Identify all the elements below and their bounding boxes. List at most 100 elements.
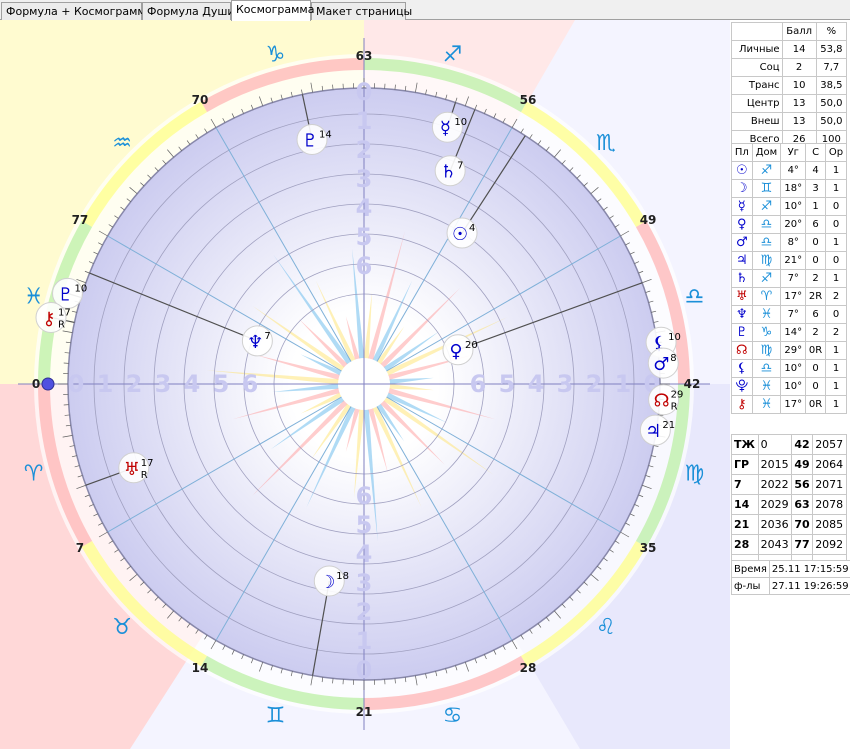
planet-row[interactable]: ♂ ♎ 8° 0 1 xyxy=(731,233,847,252)
score-table: Балл % Личные 14 53,8 Соц 2 7,7 Транс 10 38,5 Цен… xyxy=(731,22,848,149)
house-number-label: 5 xyxy=(499,370,516,398)
planet-degree-label: 29 xyxy=(671,390,684,401)
planet-icon: ☿ xyxy=(440,118,451,139)
age-tick-label: 28 xyxy=(520,661,537,675)
cosmogram-area: 0 7 14 21 28 35 42 49 56 63 70 77 ♈ ♉ ♊ ♋ ♌ ♍ ♎ ♏ ♐ ♑ ♒ ♓ 0 0 0 0 1 1… xyxy=(0,20,730,749)
zodiac-sign-icon: ♌ xyxy=(596,615,616,640)
age-tick-label: 42 xyxy=(684,377,701,391)
age-pointer-handle[interactable] xyxy=(41,377,55,391)
planet-cell: 1 xyxy=(825,269,847,288)
years-cell: 21 xyxy=(731,514,759,535)
planet-cell: 1 xyxy=(825,161,847,180)
planet-header: С xyxy=(805,143,827,162)
planet-row[interactable]: ⯓ ♓ 10° 0 1 xyxy=(731,377,847,396)
zodiac-sign-icon: ♈ xyxy=(24,462,44,487)
planet-icon: ♂ xyxy=(653,354,669,375)
tab-cosmogram[interactable]: Космограмма xyxy=(231,0,314,21)
years-row: 7 2022 56 2071 xyxy=(731,474,847,495)
planet-cell: 17° xyxy=(780,287,807,306)
planet-glyph-icon: ☿ xyxy=(731,197,753,216)
years-cell: 0 xyxy=(757,434,793,455)
tab-page-layout[interactable]: Макет страницы xyxy=(311,2,412,20)
house-number-label: 6 xyxy=(470,370,487,398)
years-row: ТЖ 0 42 2057 xyxy=(731,434,847,455)
planet-degree-label: 21 xyxy=(662,420,675,431)
planet-degree-label: 18 xyxy=(336,571,349,582)
years-row: 14 2029 63 2078 xyxy=(731,494,847,515)
planet-row[interactable]: ⚷ ♓ 17° 0R 1 xyxy=(731,395,847,414)
tab-formula-cosmogram[interactable]: Формула + Космограмма xyxy=(1,2,152,20)
zodiac-sign-icon: ♑ xyxy=(266,43,286,68)
planet-cell: 4 xyxy=(805,161,827,180)
planet-row[interactable]: ♀ ♎ 20° 6 0 xyxy=(731,215,847,234)
years-cell: 2078 xyxy=(812,494,847,515)
planet-row[interactable]: ☊ ♍ 29° 0R 1 xyxy=(731,341,847,360)
house-number-label: 5 xyxy=(213,370,230,398)
planet-degree-label: 20 xyxy=(465,340,478,351)
planet-row[interactable]: ♅ ♈ 17° 2R 2 xyxy=(731,287,847,306)
planet-cell: 2 xyxy=(805,323,827,342)
planet-cell: 2 xyxy=(825,323,847,342)
planet-row[interactable]: ☿ ♐ 10° 1 0 xyxy=(731,197,847,216)
age-tick-label: 14 xyxy=(192,661,209,675)
score-cell: 50,0 xyxy=(815,112,848,131)
house-number-label: 3 xyxy=(356,165,373,193)
house-number-label: 4 xyxy=(528,370,545,398)
score-cell: Соц xyxy=(731,58,783,77)
score-cell: 10 xyxy=(781,76,817,95)
planet-row[interactable]: ♇ ♑ 14° 2 2 xyxy=(731,323,847,342)
years-cell: 2064 xyxy=(812,454,847,475)
tab-soul-formula[interactable]: Формула Души xyxy=(142,2,235,20)
planet-cell: 4° xyxy=(780,161,807,180)
score-cell: Личные xyxy=(731,40,783,59)
years-row: ГР 2015 49 2064 xyxy=(731,454,847,475)
planet-degree-label: 17 xyxy=(58,307,71,318)
zodiac-sign-icon: ♓ xyxy=(24,284,44,309)
planet-table: Пл Дом Уг С Ор ☉ ♐ 4° 4 1 ☽ ♊ 18° 3 1 ☿ ♐ 10° 1 0 ♀ ♎ 20°… xyxy=(731,143,847,414)
planet-cell: 29° xyxy=(780,341,807,360)
planet-row[interactable]: ♄ ♐ 7° 2 1 xyxy=(731,269,847,288)
planet-row[interactable]: ⚸ ♎ 10° 0 1 xyxy=(731,359,847,378)
house-number-label: 4 xyxy=(356,194,373,222)
years-cell: 7 xyxy=(731,474,759,495)
cosmogram-chart[interactable]: 0714212835424956637077♈♉♊ ♋♌♍♎♏♐♑♒♓000011… xyxy=(0,20,730,749)
years-cell: 2043 xyxy=(757,534,793,555)
planet-cell: 7° xyxy=(780,305,807,324)
planet-row[interactable]: ☉ ♐ 4° 4 1 xyxy=(731,161,847,180)
planet-cell: 2 xyxy=(825,287,847,306)
age-tick-label: 7 xyxy=(76,541,84,555)
planet-degree-label: 10 xyxy=(454,117,467,128)
planet-cell: 2R xyxy=(805,287,827,306)
house-number-label: 0 xyxy=(356,78,373,106)
years-cell: 2071 xyxy=(812,474,847,495)
planet-cell: 0 xyxy=(805,251,827,270)
planet-glyph-icon: ♆ xyxy=(731,305,753,324)
planet-glyph-icon: ⚸ xyxy=(731,359,753,378)
planet-degree-label: 7 xyxy=(457,161,463,172)
house-number-label: 5 xyxy=(356,511,373,539)
score-cell: Транс xyxy=(731,76,783,95)
time-value: 27.11 19:26:59 xyxy=(768,577,850,595)
planet-icon: ☉ xyxy=(452,224,468,245)
planet-row[interactable]: ☽ ♊ 18° 3 1 xyxy=(731,179,847,198)
planet-row[interactable]: ♃ ♍ 21° 0 0 xyxy=(731,251,847,270)
planet-cell: 0 xyxy=(805,233,827,252)
house-number-label: 0 xyxy=(356,656,373,684)
planet-row[interactable]: ♆ ♓ 7° 6 0 xyxy=(731,305,847,324)
planet-icon: ♄ xyxy=(440,162,456,183)
planet-cell: 10° xyxy=(780,377,807,396)
planet-cell: 0 xyxy=(805,359,827,378)
house-number-label: 1 xyxy=(615,370,632,398)
zodiac-sign-icon: ♓ xyxy=(751,305,782,324)
age-tick-label: 70 xyxy=(192,93,209,107)
years-cell: 2036 xyxy=(757,514,793,535)
zodiac-sign-icon: ♐ xyxy=(751,161,782,180)
planet-cell: 0 xyxy=(825,251,847,270)
time-label: Время xyxy=(731,560,770,578)
score-header xyxy=(731,22,783,41)
planet-degree-label: 8 xyxy=(670,353,676,364)
score-cell: 50,0 xyxy=(815,94,848,113)
planet-degree-label: 17 xyxy=(141,458,154,469)
house-number-label: 1 xyxy=(356,627,373,655)
planet-cell: 8° xyxy=(780,233,807,252)
